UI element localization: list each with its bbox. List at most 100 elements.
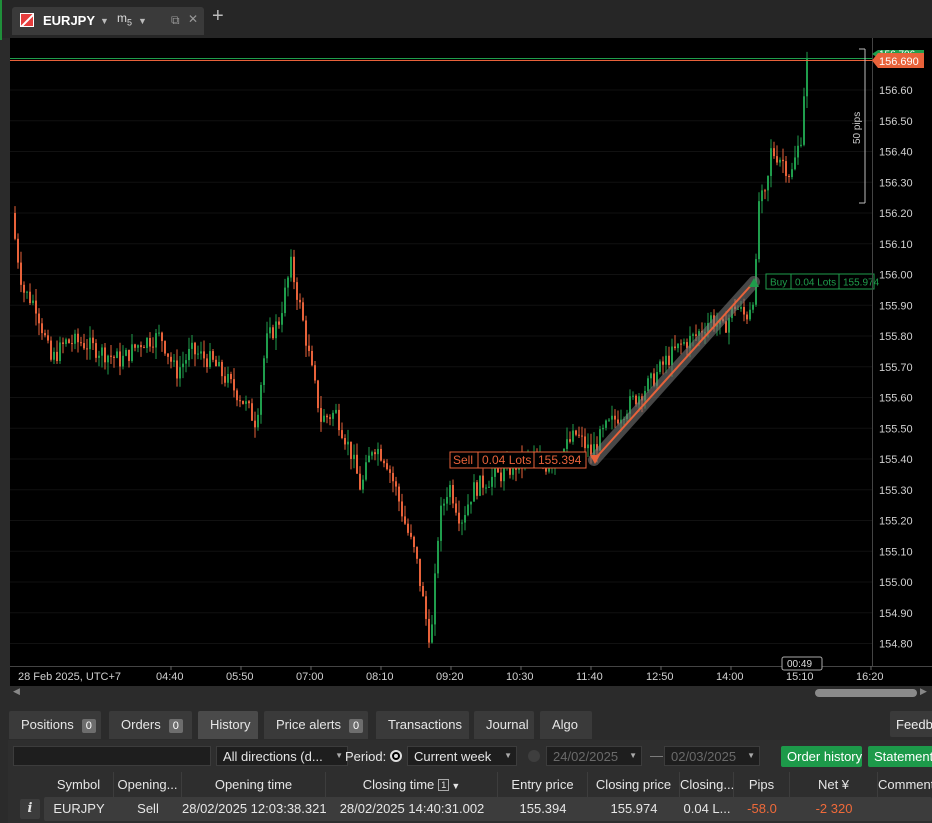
cell-closing-price: 155.974: [610, 801, 658, 816]
candle: [26, 290, 28, 299]
bottom-panel-tabs: Positions 0 Orders 0 History Price alerts 0…: [0, 708, 932, 740]
tab-algo[interactable]: Algo: [540, 711, 592, 739]
col-header-symbol[interactable]: Symbol: [44, 772, 114, 797]
candle: [233, 368, 235, 398]
candle: [323, 409, 325, 423]
tab-journal[interactable]: Journal: [474, 711, 534, 739]
candle: [35, 289, 37, 326]
candle: [608, 417, 610, 422]
time-axis[interactable]: 28 Feb 2025, UTC+7 04:40 05:50 07:00 08:10 09…: [18, 666, 884, 683]
custom-range-radio[interactable]: [528, 750, 540, 762]
candle: [452, 479, 454, 509]
candle: [65, 337, 67, 347]
candle: [752, 302, 754, 314]
period-dropdown[interactable]: Current week ▼: [407, 746, 517, 766]
buy-label-side: Buy: [770, 278, 787, 289]
sell-trade-label[interactable]: Sell 0.04 Lots 155.394: [449, 451, 587, 469]
candle: [308, 334, 310, 357]
candle: [476, 479, 478, 500]
scroll-right-icon[interactable]: ▶: [920, 686, 927, 697]
col-header-opening-direction[interactable]: Opening...: [114, 772, 182, 797]
candle: [107, 354, 109, 375]
candle: [284, 278, 286, 317]
direction-dropdown[interactable]: All directions (d... ▼: [216, 746, 348, 766]
col-header-entry-price[interactable]: Entry price: [498, 772, 588, 797]
candle: [170, 352, 172, 369]
add-tab-button[interactable]: +: [212, 6, 224, 26]
candle: [38, 308, 40, 336]
tab-positions[interactable]: Positions 0: [9, 711, 101, 739]
candle: [86, 338, 88, 360]
price-tick-label: 156.30: [879, 177, 913, 189]
symbol-name[interactable]: EURJPY: [43, 13, 95, 28]
candle: [167, 353, 169, 365]
tab-history[interactable]: History: [198, 711, 258, 739]
detach-tab-icon[interactable]: ⧉: [171, 13, 180, 28]
tab-price-alerts[interactable]: Price alerts 0: [264, 711, 368, 739]
candle: [440, 497, 442, 552]
time-tick-label: 15:10: [786, 671, 814, 683]
candle: [29, 283, 31, 305]
scroll-left-icon[interactable]: ◀: [13, 686, 20, 697]
cell-opening-time: 28/02/2025 12:03:38.321: [182, 801, 326, 816]
time-tick-label: 08:10: [366, 671, 394, 683]
candle: [188, 337, 190, 367]
candle: [143, 345, 145, 349]
statement-button[interactable]: Statement: [868, 746, 932, 767]
chart-tab-eurjpy[interactable]: EURJPY ▼ m5 ▼ ⧉ ✕: [12, 7, 204, 35]
col-header-closing-time[interactable]: Closing time 1 ▼: [326, 772, 498, 797]
price-tick-label: 155.40: [879, 454, 913, 466]
col-header-comment[interactable]: Comment: [878, 772, 932, 797]
candle: [770, 139, 772, 188]
candle: [407, 518, 409, 536]
candle: [464, 506, 466, 531]
col-header-opening-time[interactable]: Opening time: [182, 772, 326, 797]
history-filter-bar: All directions (d... ▼ Period: Current we…: [8, 740, 932, 772]
candle: [800, 137, 802, 148]
order-history-button[interactable]: Order history: [781, 746, 862, 767]
tab-transactions[interactable]: Transactions: [376, 711, 469, 739]
sort-desc-icon: ▼: [451, 781, 461, 791]
search-input[interactable]: [13, 746, 211, 766]
candle: [791, 162, 793, 180]
candle: [380, 444, 382, 462]
tab-label: Orders: [121, 717, 161, 732]
symbol-dropdown-icon[interactable]: ▼: [100, 16, 109, 26]
buy-trade-label[interactable]: Buy 0.04 Lots 155.974: [765, 273, 880, 290]
candle: [101, 344, 103, 368]
col-header-closing-price[interactable]: Closing price: [588, 772, 680, 797]
candle: [434, 563, 436, 636]
time-tick-label: 14:00: [716, 671, 744, 683]
candlestick-chart[interactable]: Sell 0.04 Lots 155.394 Buy 0.04 Lots 155…: [10, 38, 932, 686]
date-from-field[interactable]: 24/02/2025 ▼: [546, 746, 642, 766]
date-to-field[interactable]: 02/03/2025 ▼: [664, 746, 760, 766]
candle: [140, 341, 142, 357]
trade-path-line[interactable]: [593, 281, 755, 461]
candle: [461, 519, 463, 536]
period-radio-selected[interactable]: [390, 750, 402, 762]
col-header-pips[interactable]: Pips: [734, 772, 790, 797]
sell-label-price: 155.394: [538, 453, 582, 467]
candle: [311, 345, 313, 367]
price-axis[interactable]: 156.60 156.50 156.40 156.30 156.20 156.10 156.…: [879, 85, 913, 651]
col-header-net[interactable]: Net ¥: [790, 772, 878, 797]
candle: [488, 480, 490, 488]
chart-horizontal-scrollbar[interactable]: ◀ ▶: [10, 686, 932, 700]
current-price-tag[interactable]: 156.690: [872, 53, 924, 68]
candle: [386, 459, 388, 471]
row-info-icon[interactable]: i: [20, 799, 40, 819]
candle: [230, 371, 232, 384]
col-header-closing-time-label: Closing time: [362, 777, 435, 792]
timeframe-sub: 5: [127, 17, 133, 28]
timeframe-selector[interactable]: m5: [117, 11, 132, 27]
price-chart[interactable]: Sell 0.04 Lots 155.394 Buy 0.04 Lots 155…: [10, 38, 932, 686]
close-tab-icon[interactable]: ✕: [188, 12, 198, 26]
candle: [467, 494, 469, 517]
feedback-button[interactable]: Feedback: [890, 711, 932, 737]
col-header-closing-lots[interactable]: Closing...: [680, 772, 734, 797]
pips-measure-tool[interactable]: 50 pips: [852, 48, 866, 204]
timeframe-dropdown-icon[interactable]: ▼: [138, 16, 147, 26]
cell-comment: [878, 799, 932, 821]
scrollbar-thumb[interactable]: [815, 689, 917, 697]
tab-orders[interactable]: Orders 0: [109, 711, 192, 739]
